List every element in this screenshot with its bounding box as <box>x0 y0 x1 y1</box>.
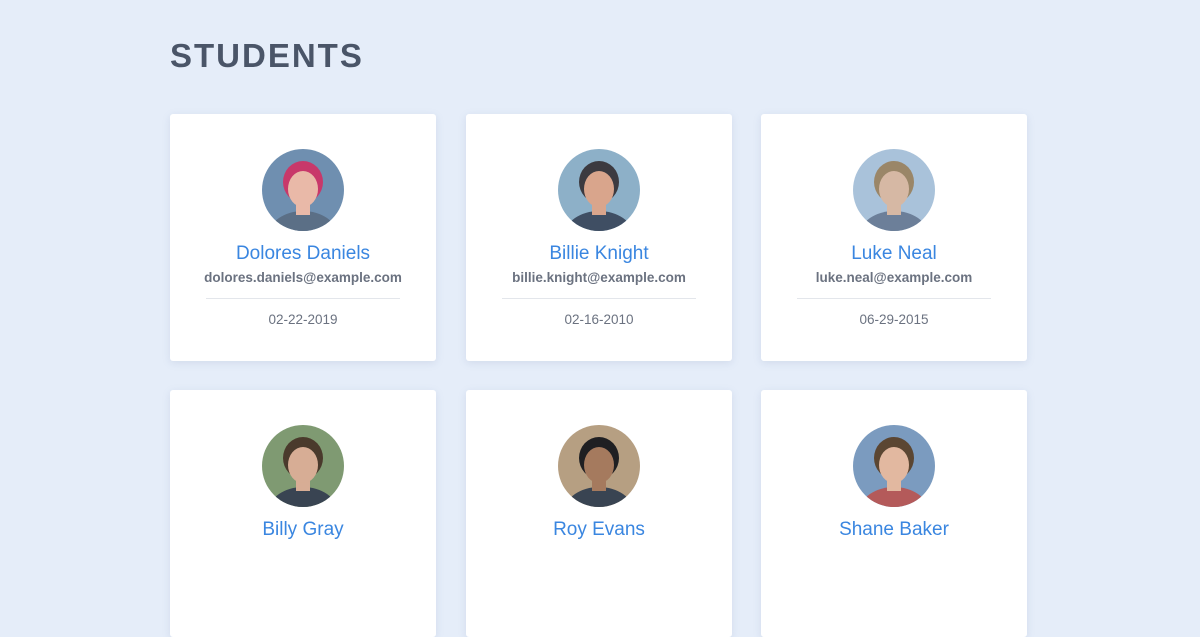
student-email: luke.neal@example.com <box>815 270 973 285</box>
page-title: STUDENTS <box>170 37 364 74</box>
student-name: Billy Gray <box>262 519 344 540</box>
student-card[interactable]: Shane Baker <box>761 390 1027 637</box>
student-avatar <box>262 425 344 507</box>
student-date: 06-29-2015 <box>859 312 929 327</box>
student-avatar <box>853 425 935 507</box>
student-name: Luke Neal <box>851 243 937 264</box>
card-divider <box>502 298 696 299</box>
student-card[interactable]: Dolores Daniels dolores.daniels@example.c… <box>170 114 436 361</box>
student-name: Roy Evans <box>553 519 645 540</box>
student-date: 02-16-2010 <box>564 312 634 327</box>
student-email: dolores.daniels@example.com <box>204 270 402 285</box>
student-card[interactable]: Roy Evans <box>466 390 732 637</box>
student-avatar <box>558 149 640 231</box>
student-avatar <box>262 149 344 231</box>
student-card[interactable]: Billie Knight billie.knight@example.com 02… <box>466 114 732 361</box>
card-divider <box>206 298 400 299</box>
student-card[interactable]: Billy Gray <box>170 390 436 637</box>
student-date: 02-22-2019 <box>268 312 338 327</box>
student-card[interactable]: Luke Neal luke.neal@example.com 06-29-2015 <box>761 114 1027 361</box>
student-email: billie.knight@example.com <box>512 270 686 285</box>
card-divider <box>797 298 991 299</box>
student-avatar <box>558 425 640 507</box>
student-name: Shane Baker <box>839 519 949 540</box>
student-name: Dolores Daniels <box>235 243 371 264</box>
student-avatar <box>853 149 935 231</box>
student-name: Billie Knight <box>549 243 649 264</box>
